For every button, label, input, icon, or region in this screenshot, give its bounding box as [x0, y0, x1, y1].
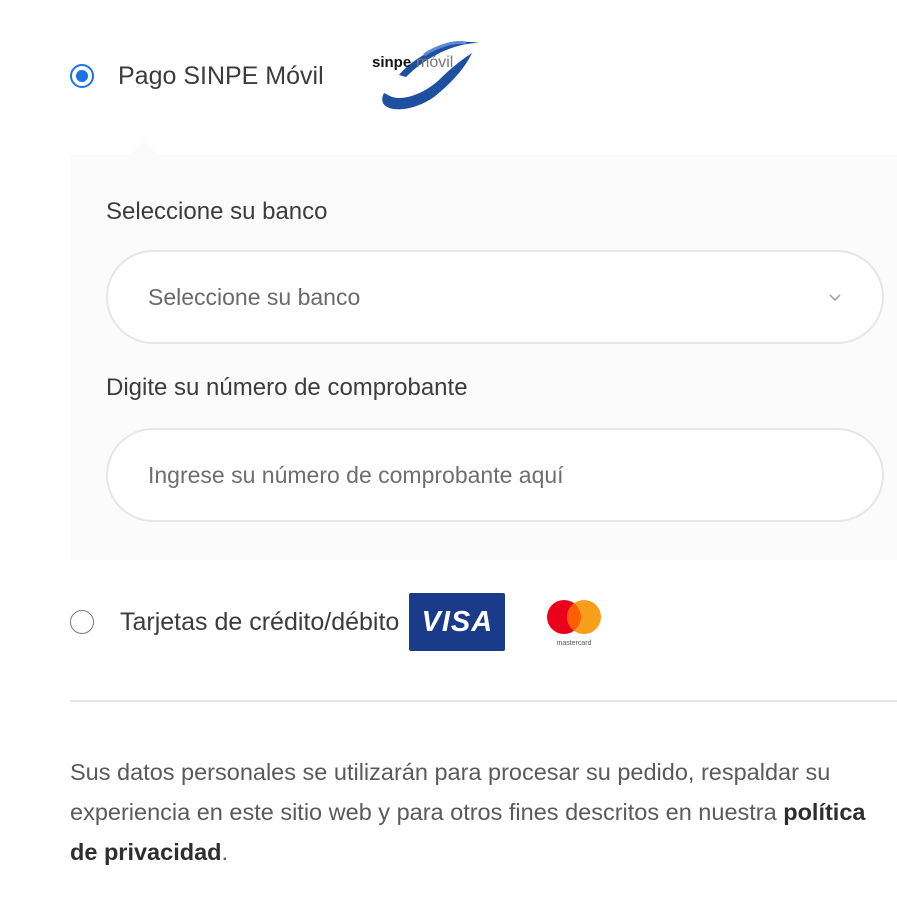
cards-option-label[interactable]: Tarjetas de crédito/débito	[120, 608, 399, 637]
mastercard-logo-icon: mastercard	[533, 593, 616, 651]
privacy-text: Sus datos personales se utilizarán para …	[70, 759, 831, 825]
voucher-label: Digite su número de comprobante	[106, 374, 468, 401]
bank-select[interactable]: Seleccione su banco	[106, 250, 884, 344]
bank-select-label: Seleccione su banco	[106, 198, 328, 225]
visa-logo-icon: VISA	[409, 593, 506, 651]
visa-logo-text: VISA	[421, 605, 494, 638]
section-divider	[70, 700, 897, 702]
bank-select-value: Seleccione su banco	[148, 283, 361, 310]
privacy-text-end: .	[221, 839, 229, 865]
checkout-payment-section: Pago SINPE Móvil sinpe móvil Seleccione …	[0, 0, 897, 916]
svg-text:mastercard: mastercard	[557, 640, 592, 647]
privacy-notice: Sus datos personales se utilizarán para …	[70, 752, 880, 872]
sinpe-option-label[interactable]: Pago SINPE Móvil	[118, 62, 324, 91]
voucher-number-input[interactable]	[106, 428, 884, 522]
payment-option-sinpe[interactable]: Pago SINPE Móvil sinpe móvil	[70, 41, 504, 110]
sinpe-radio[interactable]	[70, 64, 94, 88]
payment-option-cards[interactable]: Tarjetas de crédito/débito VISA masterca…	[70, 592, 616, 652]
chevron-down-icon	[829, 294, 841, 302]
sinpe-movil-logo-icon: sinpe móvil	[354, 35, 504, 125]
panel-notch	[128, 140, 160, 156]
svg-text:sinpe: sinpe	[372, 54, 411, 71]
svg-text:móvil: móvil	[416, 54, 453, 71]
cards-radio[interactable]	[70, 610, 94, 634]
